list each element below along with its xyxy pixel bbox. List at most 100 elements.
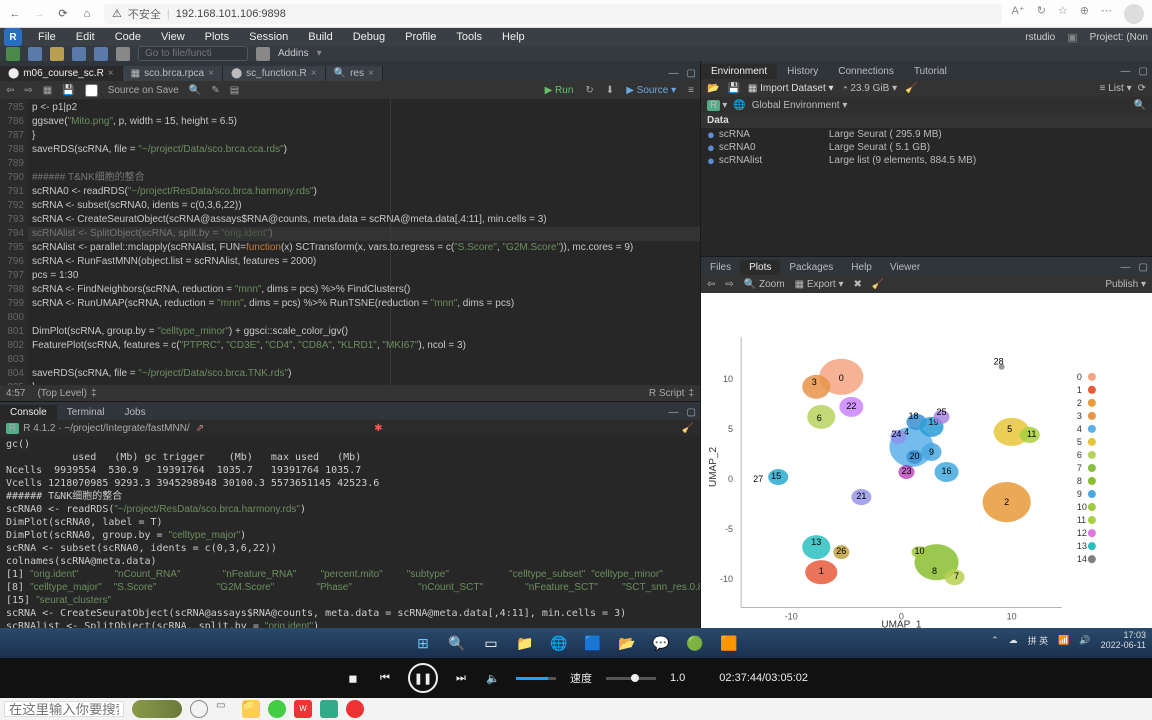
find-icon[interactable]: 🔍 xyxy=(189,85,201,96)
sweep-icon[interactable]: 🧹 xyxy=(905,83,917,94)
next-track-icon[interactable]: ⏭ xyxy=(452,669,470,687)
maximize-icon[interactable]: ▢ xyxy=(1135,64,1152,79)
menu-help[interactable]: Help xyxy=(498,29,529,45)
tab-environment[interactable]: Environment xyxy=(701,64,777,79)
wand-icon[interactable]: ✎ xyxy=(211,85,219,96)
start-icon[interactable]: ⊞ xyxy=(412,632,434,654)
search-icon[interactable]: 🔍 xyxy=(446,632,468,654)
new-project-icon[interactable] xyxy=(28,47,42,61)
env-row[interactable]: ●scRNALarge Seurat ( 295.9 MB) xyxy=(701,128,1152,141)
explorer-icon[interactable]: 📁 xyxy=(514,632,536,654)
pause-button[interactable]: ❚❚ xyxy=(408,663,438,693)
record-icon[interactable] xyxy=(346,700,364,718)
fwd-nav-icon[interactable]: ⇨ xyxy=(24,85,32,96)
env-scope[interactable]: Global Environment ▾ xyxy=(752,100,848,111)
export-button[interactable]: ▦ Export ▾ xyxy=(795,279,844,290)
publish-button[interactable]: Publish ▾ xyxy=(1105,279,1146,290)
save-all-icon[interactable] xyxy=(94,47,108,61)
close-icon[interactable]: × xyxy=(208,68,214,79)
close-icon[interactable]: × xyxy=(368,68,374,79)
view-mode[interactable]: ≡ List ▾ xyxy=(1100,83,1132,94)
stop-icon[interactable]: ◼ xyxy=(344,669,362,687)
ime-indicator[interactable]: 拼 英 xyxy=(1028,634,1049,647)
file-type-label[interactable]: R Script xyxy=(649,388,685,399)
menu-edit[interactable]: Edit xyxy=(72,29,99,45)
prev-plot-icon[interactable]: ⇦ xyxy=(707,279,715,290)
chevron-up-icon[interactable]: ⌃ xyxy=(991,635,999,646)
remove-plot-icon[interactable]: ✖ xyxy=(854,279,862,290)
addins-button[interactable]: Addins xyxy=(278,48,309,59)
compile-icon[interactable]: ▤ xyxy=(230,85,239,96)
env-row[interactable]: ●scRNA0Large Seurat ( 5.1 GB) xyxy=(701,141,1152,154)
tab-scfunc[interactable]: ⬤sc_function.R× xyxy=(223,66,326,81)
outline-icon[interactable]: ≡ xyxy=(688,85,694,96)
minimize-icon[interactable]: — xyxy=(665,66,683,81)
goto-file-input[interactable] xyxy=(138,46,248,61)
search-env-icon[interactable]: 🔍 xyxy=(1134,100,1146,111)
read-aloud-icon[interactable]: A⁺ xyxy=(1012,4,1025,24)
cortana-icon[interactable] xyxy=(190,700,208,718)
back-icon[interactable]: ← xyxy=(8,7,22,21)
close-icon[interactable]: × xyxy=(311,68,317,79)
code-editor[interactable]: 785 786 787 788 789 790 791 792 793 794 … xyxy=(0,99,700,385)
favorite-icon[interactable]: ☆ xyxy=(1058,4,1068,24)
maximize-icon[interactable]: ▢ xyxy=(1135,260,1152,275)
tab-connections[interactable]: Connections xyxy=(828,64,904,79)
maximize-icon[interactable]: ▢ xyxy=(683,66,700,81)
menu-icon[interactable]: ⋯ xyxy=(1101,4,1112,24)
app2-icon[interactable]: 🟧 xyxy=(718,632,740,654)
reload-icon[interactable]: ↻ xyxy=(1037,4,1046,24)
browser-icon[interactable] xyxy=(268,700,286,718)
source-button[interactable]: ▶ Source ▾ xyxy=(626,85,676,96)
collections-icon[interactable]: ⊕ xyxy=(1080,4,1089,24)
menu-view[interactable]: View xyxy=(157,29,189,45)
save-icon[interactable] xyxy=(72,47,86,61)
prev-track-icon[interactable]: ⏮ xyxy=(376,669,394,687)
address-bar[interactable]: ⚠ 不安全 | 192.168.101.106:9898 xyxy=(104,4,1002,24)
tab-m06[interactable]: ⬤m06_course_sc.R× xyxy=(0,66,123,81)
tab-plots[interactable]: Plots xyxy=(740,260,780,275)
home-icon[interactable]: ⌂ xyxy=(80,7,94,21)
terminal-icon[interactable]: ▣ xyxy=(1067,31,1077,44)
tab-tutorial[interactable]: Tutorial xyxy=(904,64,957,79)
chat-icon[interactable]: 💬 xyxy=(650,632,672,654)
wps-icon[interactable]: W xyxy=(294,700,312,718)
minimize-icon[interactable]: — xyxy=(1117,64,1135,79)
menu-profile[interactable]: Profile xyxy=(401,29,440,45)
menu-plots[interactable]: Plots xyxy=(201,29,233,45)
save-doc-icon[interactable]: 💾 xyxy=(62,85,74,96)
clear-console-icon[interactable]: 🧹 xyxy=(682,423,694,434)
minimize-icon[interactable]: — xyxy=(1117,260,1135,275)
volume-slider[interactable] xyxy=(516,677,556,680)
volume-icon[interactable]: 🔈 xyxy=(484,669,502,687)
rerun-icon[interactable]: ↻ xyxy=(585,85,593,96)
memory-indicator[interactable]: ◔ 23.9 GiB ▾ xyxy=(842,83,898,94)
wifi-icon[interactable]: 📶 xyxy=(1058,635,1069,646)
taskview-icon[interactable]: ▭ xyxy=(480,632,502,654)
weather-widget[interactable] xyxy=(132,700,182,718)
refresh-icon[interactable]: ⟳ xyxy=(56,7,70,21)
profile-avatar[interactable] xyxy=(1124,4,1144,24)
save-env-icon[interactable]: 💾 xyxy=(727,83,739,94)
menu-build[interactable]: Build xyxy=(304,29,336,45)
speed-slider[interactable] xyxy=(606,677,656,680)
tab-sco[interactable]: ▦sco.brca.rpca× xyxy=(123,66,223,81)
taskview2-icon[interactable]: ▭ xyxy=(216,700,234,718)
zoom-button[interactable]: 🔍 Zoom xyxy=(744,279,785,290)
folder-icon[interactable]: 📂 xyxy=(616,632,638,654)
tab-packages[interactable]: Packages xyxy=(780,260,842,275)
show-doc-icon[interactable]: ▦ xyxy=(43,85,52,96)
new-file-icon[interactable] xyxy=(6,47,20,61)
back-nav-icon[interactable]: ⇦ xyxy=(6,85,14,96)
minimize-icon[interactable]: — xyxy=(665,405,683,420)
tab-viewer[interactable]: Viewer xyxy=(881,260,929,275)
project-label[interactable]: Project: (Non xyxy=(1090,32,1148,43)
tab-terminal[interactable]: Terminal xyxy=(57,405,115,420)
refresh-env-icon[interactable]: ⟳ xyxy=(1138,83,1146,94)
tab-jobs[interactable]: Jobs xyxy=(115,405,156,420)
import-dataset-button[interactable]: ▦ Import Dataset ▾ xyxy=(748,83,834,94)
tab-console[interactable]: Console xyxy=(0,405,57,420)
tab-files[interactable]: Files xyxy=(701,260,740,275)
open-file-icon[interactable] xyxy=(50,47,64,61)
maximize-icon[interactable]: ▢ xyxy=(683,405,700,420)
